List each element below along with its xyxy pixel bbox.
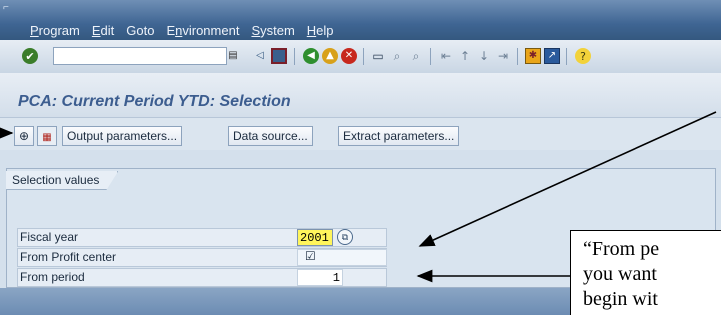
annotation-arrows — [0, 111, 717, 283]
arrow-to-year-row — [418, 111, 717, 247]
